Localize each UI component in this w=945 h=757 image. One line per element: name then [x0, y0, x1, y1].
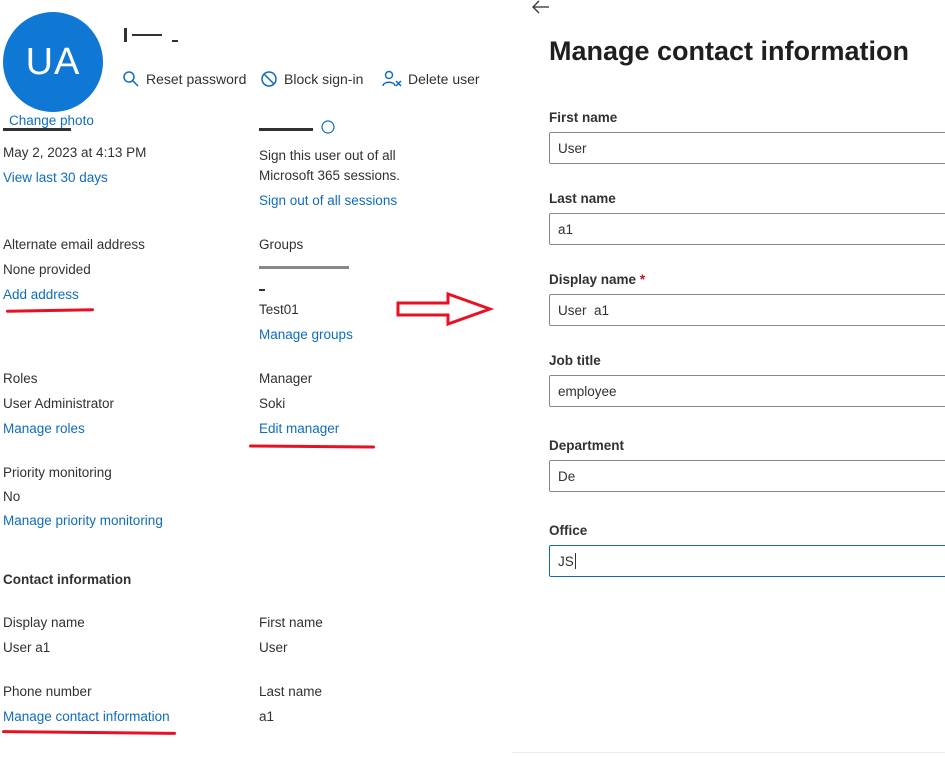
group-item-test01: Test01	[259, 302, 299, 317]
manage-contact-information-link[interactable]: Manage contact information	[3, 709, 170, 725]
annotation-arrow-icon	[396, 291, 494, 327]
contact-last-name-value: a1	[259, 709, 275, 724]
block-sign-in-button[interactable]: Block sign-in	[260, 70, 363, 88]
contact-first-name-value: User	[259, 640, 288, 655]
sign-out-label-cutoff	[259, 120, 339, 134]
office-value: JS	[558, 553, 574, 569]
display-name-label: Display name *	[549, 272, 645, 287]
manager-value: Soki	[259, 396, 286, 411]
office-label: Office	[549, 523, 588, 538]
delete-user-icon	[382, 70, 402, 87]
groups-label: Groups	[259, 237, 304, 252]
contact-last-name-label: Last name	[259, 684, 323, 699]
contact-display-name-label: Display name	[3, 615, 85, 630]
delete-user-label: Delete user	[408, 71, 480, 87]
alternate-email-value: None provided	[3, 262, 91, 277]
department-label: Department	[549, 438, 625, 453]
info-icon	[321, 120, 335, 134]
edit-manager-link[interactable]: Edit manager	[259, 421, 339, 437]
display-name-label-text: Display name	[549, 272, 637, 287]
sign-out-desc-1: Sign this user out of all	[259, 148, 396, 163]
display-name-input[interactable]: User a1	[549, 294, 945, 326]
search-key-icon	[123, 71, 139, 87]
manager-label: Manager	[259, 371, 313, 386]
delete-user-button[interactable]: Delete user	[382, 70, 480, 88]
annotation-underline-manage-contact	[1, 730, 177, 735]
last-name-input[interactable]: a1	[549, 213, 945, 245]
first-name-label: First name	[549, 110, 618, 125]
contact-phone-label: Phone number	[3, 684, 92, 699]
department-input[interactable]: De	[549, 460, 945, 492]
job-title-value: employee	[558, 383, 617, 399]
group-item-redacted	[259, 266, 351, 272]
last-sign-in-label-cutoff	[3, 126, 73, 131]
required-mark: *	[639, 272, 646, 287]
contact-display-name-value: User a1	[3, 640, 51, 655]
view-last-30-days-link[interactable]: View last 30 days	[3, 170, 108, 186]
back-arrow-icon[interactable]	[531, 0, 551, 14]
office-input[interactable]: JS	[549, 545, 945, 577]
sign-out-desc-2: Microsoft 365 sessions.	[259, 168, 401, 183]
manage-groups-link[interactable]: Manage groups	[259, 327, 353, 343]
priority-monitoring-label: Priority monitoring	[3, 465, 112, 480]
manage-roles-link[interactable]: Manage roles	[3, 421, 85, 437]
first-name-value: User	[558, 140, 587, 156]
priority-monitoring-value: No	[3, 489, 21, 504]
panel-footer-divider	[512, 752, 945, 753]
roles-value: User Administrator	[3, 396, 115, 411]
panel-title: Manage contact information	[549, 36, 910, 66]
contact-information-heading: Contact information	[3, 572, 132, 587]
text-cursor	[574, 553, 576, 569]
user-name-redacted	[124, 24, 184, 46]
sign-out-all-sessions-link[interactable]: Sign out of all sessions	[259, 193, 397, 209]
department-value: De	[558, 468, 576, 484]
annotation-underline-edit-manager	[248, 444, 376, 449]
alternate-email-label: Alternate email address	[3, 237, 145, 252]
last-name-value: a1	[558, 221, 574, 237]
contact-first-name-label: First name	[259, 615, 323, 630]
first-name-input[interactable]: User	[549, 132, 945, 164]
display-name-value: User a1	[558, 302, 610, 318]
roles-label: Roles	[3, 371, 38, 386]
last-name-label: Last name	[549, 191, 616, 206]
block-sign-in-label: Block sign-in	[284, 71, 364, 87]
last-sign-in-value: May 2, 2023 at 4:13 PM	[3, 145, 147, 160]
reset-password-button[interactable]: Reset password	[122, 70, 246, 88]
job-title-label: Job title	[549, 353, 601, 368]
block-icon	[261, 71, 277, 87]
avatar: UA	[3, 12, 103, 112]
annotation-underline-add-address	[5, 308, 95, 313]
reset-password-label: Reset password	[146, 71, 247, 87]
manage-priority-monitoring-link[interactable]: Manage priority monitoring	[3, 513, 163, 529]
add-address-link[interactable]: Add address	[3, 287, 79, 303]
job-title-input[interactable]: employee	[549, 375, 945, 407]
group-item-dash	[259, 289, 265, 291]
